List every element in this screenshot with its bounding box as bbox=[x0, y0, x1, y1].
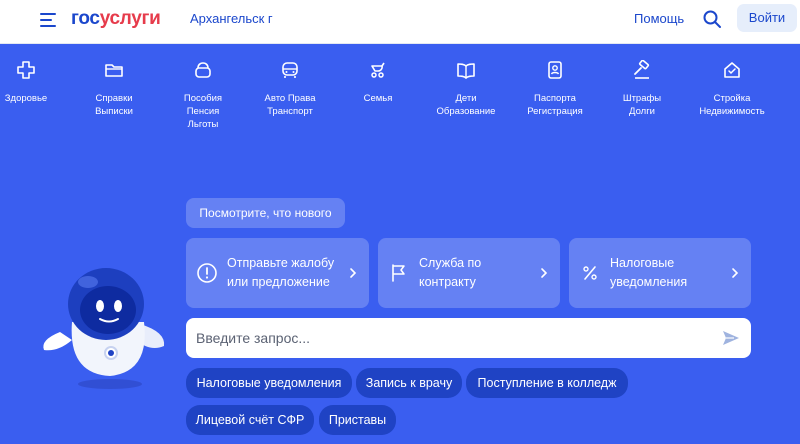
book-icon bbox=[457, 63, 475, 79]
category-label: Здоровье bbox=[4, 93, 48, 104]
category-auto[interactable]: Авто Права Транспорт bbox=[248, 60, 332, 118]
login-button[interactable]: Войти bbox=[737, 4, 797, 32]
top-header: госуслуги Архангельск г Помощь Войти bbox=[0, 0, 800, 44]
car-icon bbox=[282, 62, 298, 78]
chip-bailiffs[interactable]: Приставы bbox=[319, 405, 396, 435]
card-label: Служба по контракту bbox=[419, 256, 482, 289]
category-health[interactable]: Здоровье bbox=[0, 60, 68, 105]
house-icon bbox=[724, 62, 740, 78]
query-box bbox=[186, 318, 751, 358]
category-family[interactable]: Семья bbox=[336, 60, 420, 105]
category-label: Авто Права Транспорт bbox=[264, 93, 316, 117]
category-label: Стройка Недвижимость bbox=[699, 93, 765, 117]
help-link[interactable]: Помощь bbox=[634, 11, 684, 26]
card-label: Отправьте жалобу или предложение bbox=[227, 256, 335, 289]
category-label: Пособия Пенсия Льготы bbox=[183, 93, 223, 130]
menu-icon[interactable] bbox=[40, 12, 58, 28]
alert-circle-icon bbox=[197, 263, 217, 283]
stroller-icon bbox=[371, 62, 385, 78]
gavel-icon bbox=[634, 60, 650, 79]
query-input[interactable] bbox=[196, 318, 696, 358]
city-selector[interactable]: Архангельск г bbox=[190, 11, 273, 26]
chip-tax-notices[interactable]: Налоговые уведомления bbox=[186, 368, 352, 398]
folder-icon bbox=[105, 64, 123, 77]
passport-icon bbox=[548, 61, 562, 79]
percent-icon bbox=[583, 266, 597, 280]
category-label: Штрафы Долги bbox=[622, 93, 662, 117]
category-benefits[interactable]: Пособия Пенсия Льготы bbox=[161, 60, 245, 131]
send-icon[interactable] bbox=[721, 328, 741, 348]
chevron-right-icon bbox=[350, 268, 357, 278]
category-fines[interactable]: Штрафы Долги bbox=[600, 60, 684, 118]
whats-new-button[interactable]: Посмотрите, что нового bbox=[186, 198, 345, 228]
wallet-icon bbox=[195, 62, 211, 78]
chip-doctor-appointment[interactable]: Запись к врачу bbox=[356, 368, 462, 398]
flag-icon bbox=[392, 264, 405, 282]
category-children[interactable]: Дети Образование bbox=[424, 60, 508, 118]
tax-notices-card[interactable]: Налоговые уведомления bbox=[569, 238, 751, 308]
contract-service-card[interactable]: Служба по контракту bbox=[378, 238, 560, 308]
complaint-card[interactable]: Отправьте жалобу или предложение bbox=[186, 238, 369, 308]
category-label: Дети Образование bbox=[436, 93, 496, 117]
category-label: Семья bbox=[363, 93, 393, 104]
category-label: Паспорта Регистрация bbox=[527, 93, 583, 117]
chevron-right-icon bbox=[541, 268, 548, 278]
category-certificates[interactable]: Справки Выписки bbox=[72, 60, 156, 118]
chip-college-admission[interactable]: Поступление в колледж bbox=[466, 368, 628, 398]
cross-icon bbox=[17, 61, 35, 79]
gosuslugi-logo[interactable]: госуслуги bbox=[71, 8, 161, 30]
category-passports[interactable]: Паспорта Регистрация bbox=[513, 60, 597, 118]
category-realestate[interactable]: Стройка Недвижимость bbox=[690, 60, 774, 118]
robot-mascot bbox=[43, 268, 165, 389]
chevron-right-icon bbox=[732, 268, 739, 278]
card-label: Налоговые уведомления bbox=[610, 256, 688, 289]
search-icon[interactable] bbox=[702, 9, 722, 29]
category-label: Справки Выписки bbox=[95, 93, 133, 117]
chip-sfr-account[interactable]: Лицевой счёт СФР bbox=[186, 405, 314, 435]
